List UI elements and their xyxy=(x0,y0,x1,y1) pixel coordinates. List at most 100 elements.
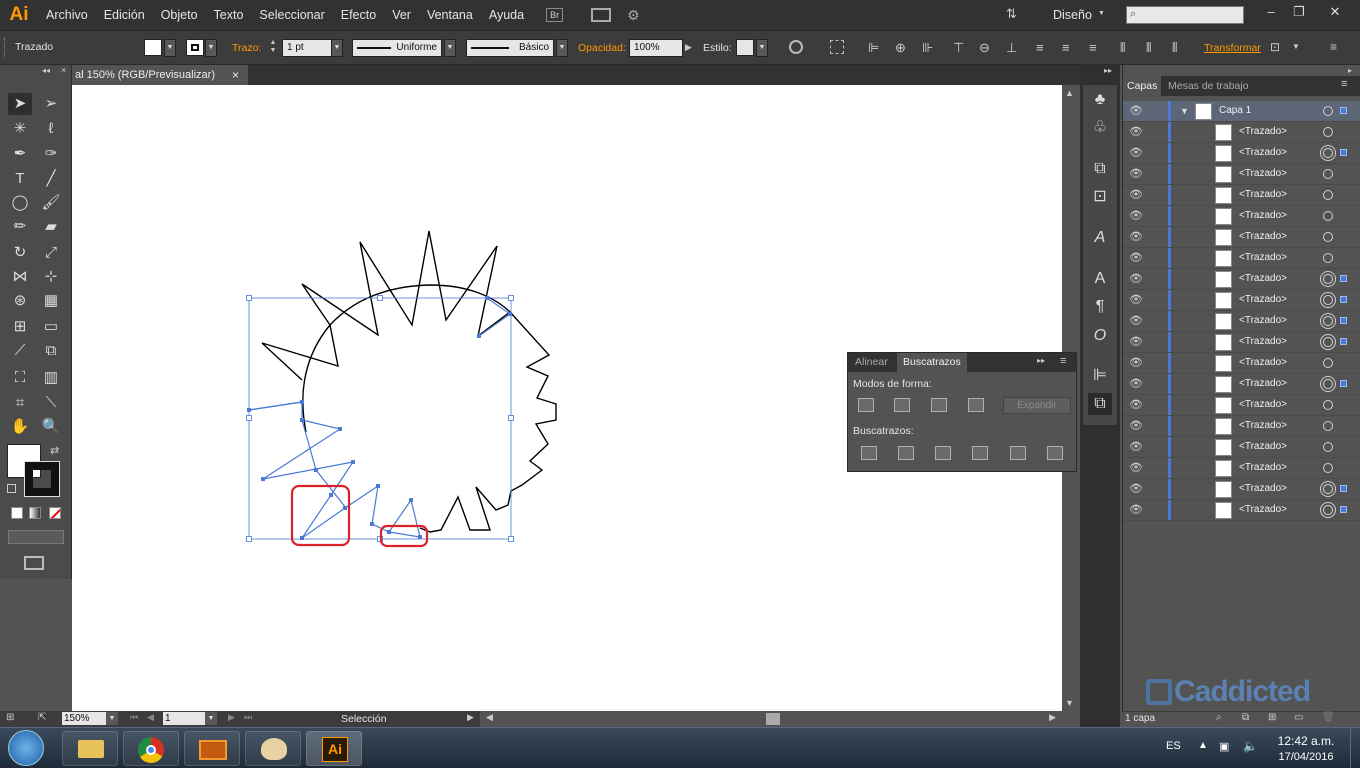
chevron-down-icon[interactable]: ▼ xyxy=(1292,42,1300,51)
target-icon[interactable] xyxy=(1323,337,1333,347)
layer-row-trazado[interactable]: 👁 <Trazado> xyxy=(1123,311,1360,332)
scroll-right-icon[interactable]: ▶ xyxy=(1049,712,1056,723)
target-icon[interactable] xyxy=(1323,400,1333,410)
artboard-dropdown[interactable]: ▼ xyxy=(205,712,217,725)
create-sublayer-icon[interactable]: ⊞ xyxy=(1268,712,1276,723)
selection-indicator[interactable] xyxy=(1340,380,1347,387)
tab-mesas-de-trabajo[interactable]: Mesas de trabajo xyxy=(1164,76,1253,96)
style-swatch[interactable] xyxy=(736,39,754,56)
type-tool-icon[interactable]: T xyxy=(8,168,32,190)
visibility-eye-icon[interactable]: 👁 xyxy=(1129,356,1143,369)
selection-indicator[interactable] xyxy=(1340,149,1347,156)
workspace-switcher[interactable]: Diseño xyxy=(1053,0,1092,30)
align-hcenter-icon[interactable]: ⊕ xyxy=(895,40,906,56)
target-icon[interactable] xyxy=(1323,316,1333,326)
anchor-points[interactable] xyxy=(247,296,512,540)
trim-icon[interactable] xyxy=(898,446,914,460)
align-top-icon[interactable]: ⊤ xyxy=(953,40,964,56)
graphic-styles-icon[interactable]: ♧ xyxy=(1088,117,1112,139)
zoom-field[interactable]: 150% xyxy=(62,712,106,725)
path-name[interactable]: <Trazado> xyxy=(1239,126,1287,137)
language-indicator[interactable]: ES xyxy=(1166,740,1181,752)
target-icon[interactable] xyxy=(1323,442,1333,452)
gradient-mode-button[interactable] xyxy=(29,507,41,519)
minimize-button[interactable]: – xyxy=(1256,0,1286,26)
dock-collapse-icon[interactable]: ▸▸ xyxy=(1104,66,1112,75)
hand-tool-icon[interactable]: ✋ xyxy=(8,416,32,438)
layer-row-trazado[interactable]: 👁 <Trazado> xyxy=(1123,122,1360,143)
target-icon[interactable] xyxy=(1323,274,1333,284)
pen-tool-icon[interactable]: ✒ xyxy=(8,143,32,165)
visibility-eye-icon[interactable]: 👁 xyxy=(1129,419,1143,432)
distribute-bottom-icon[interactable]: ≡ xyxy=(1089,40,1097,55)
layer-row-trazado[interactable]: 👁 <Trazado> xyxy=(1123,416,1360,437)
path-name[interactable]: <Trazado> xyxy=(1239,189,1287,200)
visibility-eye-icon[interactable]: 👁 xyxy=(1129,209,1143,222)
path-name[interactable]: <Trazado> xyxy=(1239,252,1287,263)
character-panel-icon[interactable]: A xyxy=(1088,268,1112,290)
locate-object-icon[interactable]: ⌕ xyxy=(1216,712,1222,723)
close-document-icon[interactable]: × xyxy=(232,65,239,85)
layer-row-trazado[interactable]: 👁 <Trazado> xyxy=(1123,395,1360,416)
toolbox-close-icon[interactable]: × xyxy=(61,65,66,75)
fill-dropdown[interactable]: ▼ xyxy=(164,39,176,57)
visibility-eye-icon[interactable]: 👁 xyxy=(1129,125,1143,138)
prev-artboard-icon[interactable]: ◀ xyxy=(147,712,154,723)
opacity-field[interactable]: 100% xyxy=(629,39,683,57)
minus-back-icon[interactable] xyxy=(1047,446,1063,460)
control-bar-menu-icon[interactable]: ≡ xyxy=(1330,40,1337,54)
target-icon[interactable] xyxy=(1323,190,1333,200)
default-fill-stroke-icon[interactable] xyxy=(7,484,16,493)
stroke-weight-dropdown[interactable]: ▼ xyxy=(331,39,343,57)
fill-swatch[interactable] xyxy=(144,39,162,56)
layer-row-trazado[interactable]: 👁 <Trazado> xyxy=(1123,143,1360,164)
target-icon[interactable] xyxy=(1323,253,1333,263)
target-icon[interactable] xyxy=(1323,421,1333,431)
eraser-tool-icon[interactable]: ▰ xyxy=(39,216,63,238)
circle-arc-path[interactable] xyxy=(302,284,511,433)
path-name[interactable]: <Trazado> xyxy=(1239,504,1287,515)
layer-row-trazado[interactable]: 👁 <Trazado> xyxy=(1123,437,1360,458)
status-menu-arrow[interactable]: ▶ xyxy=(467,712,474,723)
scroll-left-icon[interactable]: ◀ xyxy=(486,712,493,723)
recolor-artwork-icon[interactable] xyxy=(789,40,803,54)
layer-row-trazado[interactable]: 👁 <Trazado> xyxy=(1123,500,1360,521)
rotate-tool-icon[interactable]: ↻ xyxy=(8,242,32,264)
character-styles-icon[interactable]: A xyxy=(1088,227,1112,249)
stroke-dropdown[interactable]: ▼ xyxy=(205,39,217,57)
layer-row-trazado[interactable]: 👁 <Trazado> xyxy=(1123,374,1360,395)
slice-tool-icon[interactable]: ⟍ xyxy=(39,392,63,414)
image-trace-icon[interactable]: ⊡ xyxy=(1088,186,1112,208)
opentype-panel-icon[interactable]: O xyxy=(1088,325,1112,347)
menu-texto[interactable]: Texto xyxy=(206,0,252,30)
path-name[interactable]: <Trazado> xyxy=(1239,483,1287,494)
target-icon[interactable] xyxy=(1323,169,1333,179)
align-to-selection-icon[interactable] xyxy=(830,40,844,54)
opacity-label[interactable]: Opacidad: xyxy=(578,42,626,54)
divide-icon[interactable] xyxy=(861,446,877,460)
panel-collapse-icon[interactable]: ▸ xyxy=(1348,66,1352,75)
layer-row-trazado[interactable]: 👁 <Trazado> xyxy=(1123,248,1360,269)
magic-wand-tool-icon[interactable]: ✳ xyxy=(8,118,32,140)
unite-icon[interactable] xyxy=(858,398,874,412)
intersect-icon[interactable] xyxy=(931,398,947,412)
path-name[interactable]: <Trazado> xyxy=(1239,462,1287,473)
layer-row-trazado[interactable]: 👁 <Trazado> xyxy=(1123,290,1360,311)
path-name[interactable]: <Trazado> xyxy=(1239,210,1287,221)
visibility-eye-icon[interactable]: 👁 xyxy=(1129,503,1143,516)
line-tool-icon[interactable]: ╱ xyxy=(39,168,63,190)
perspective-grid-tool-icon[interactable]: ▦ xyxy=(39,290,63,312)
layer-row-trazado[interactable]: 👁 <Trazado> xyxy=(1123,479,1360,500)
scale-tool-icon[interactable]: ⤢ xyxy=(39,242,63,264)
layer-target-icon[interactable] xyxy=(1323,106,1333,116)
menu-archivo[interactable]: Archivo xyxy=(38,0,96,30)
layer-row-trazado[interactable]: 👁 <Trazado> xyxy=(1123,269,1360,290)
direct-selection-tool-icon[interactable]: ➢ xyxy=(39,93,63,115)
profile-dropdown[interactable]: ▼ xyxy=(444,39,456,57)
layer-selection-indicator[interactable] xyxy=(1340,107,1347,114)
artboard-nav-icon[interactable]: ⊞ xyxy=(6,712,14,723)
file-explorer-icon[interactable] xyxy=(62,731,118,766)
layer-row-trazado[interactable]: 👁 <Trazado> xyxy=(1123,332,1360,353)
layer-row-trazado[interactable]: 👁 <Trazado> xyxy=(1123,458,1360,479)
tray-up-arrow-icon[interactable]: ▲ xyxy=(1198,740,1208,751)
